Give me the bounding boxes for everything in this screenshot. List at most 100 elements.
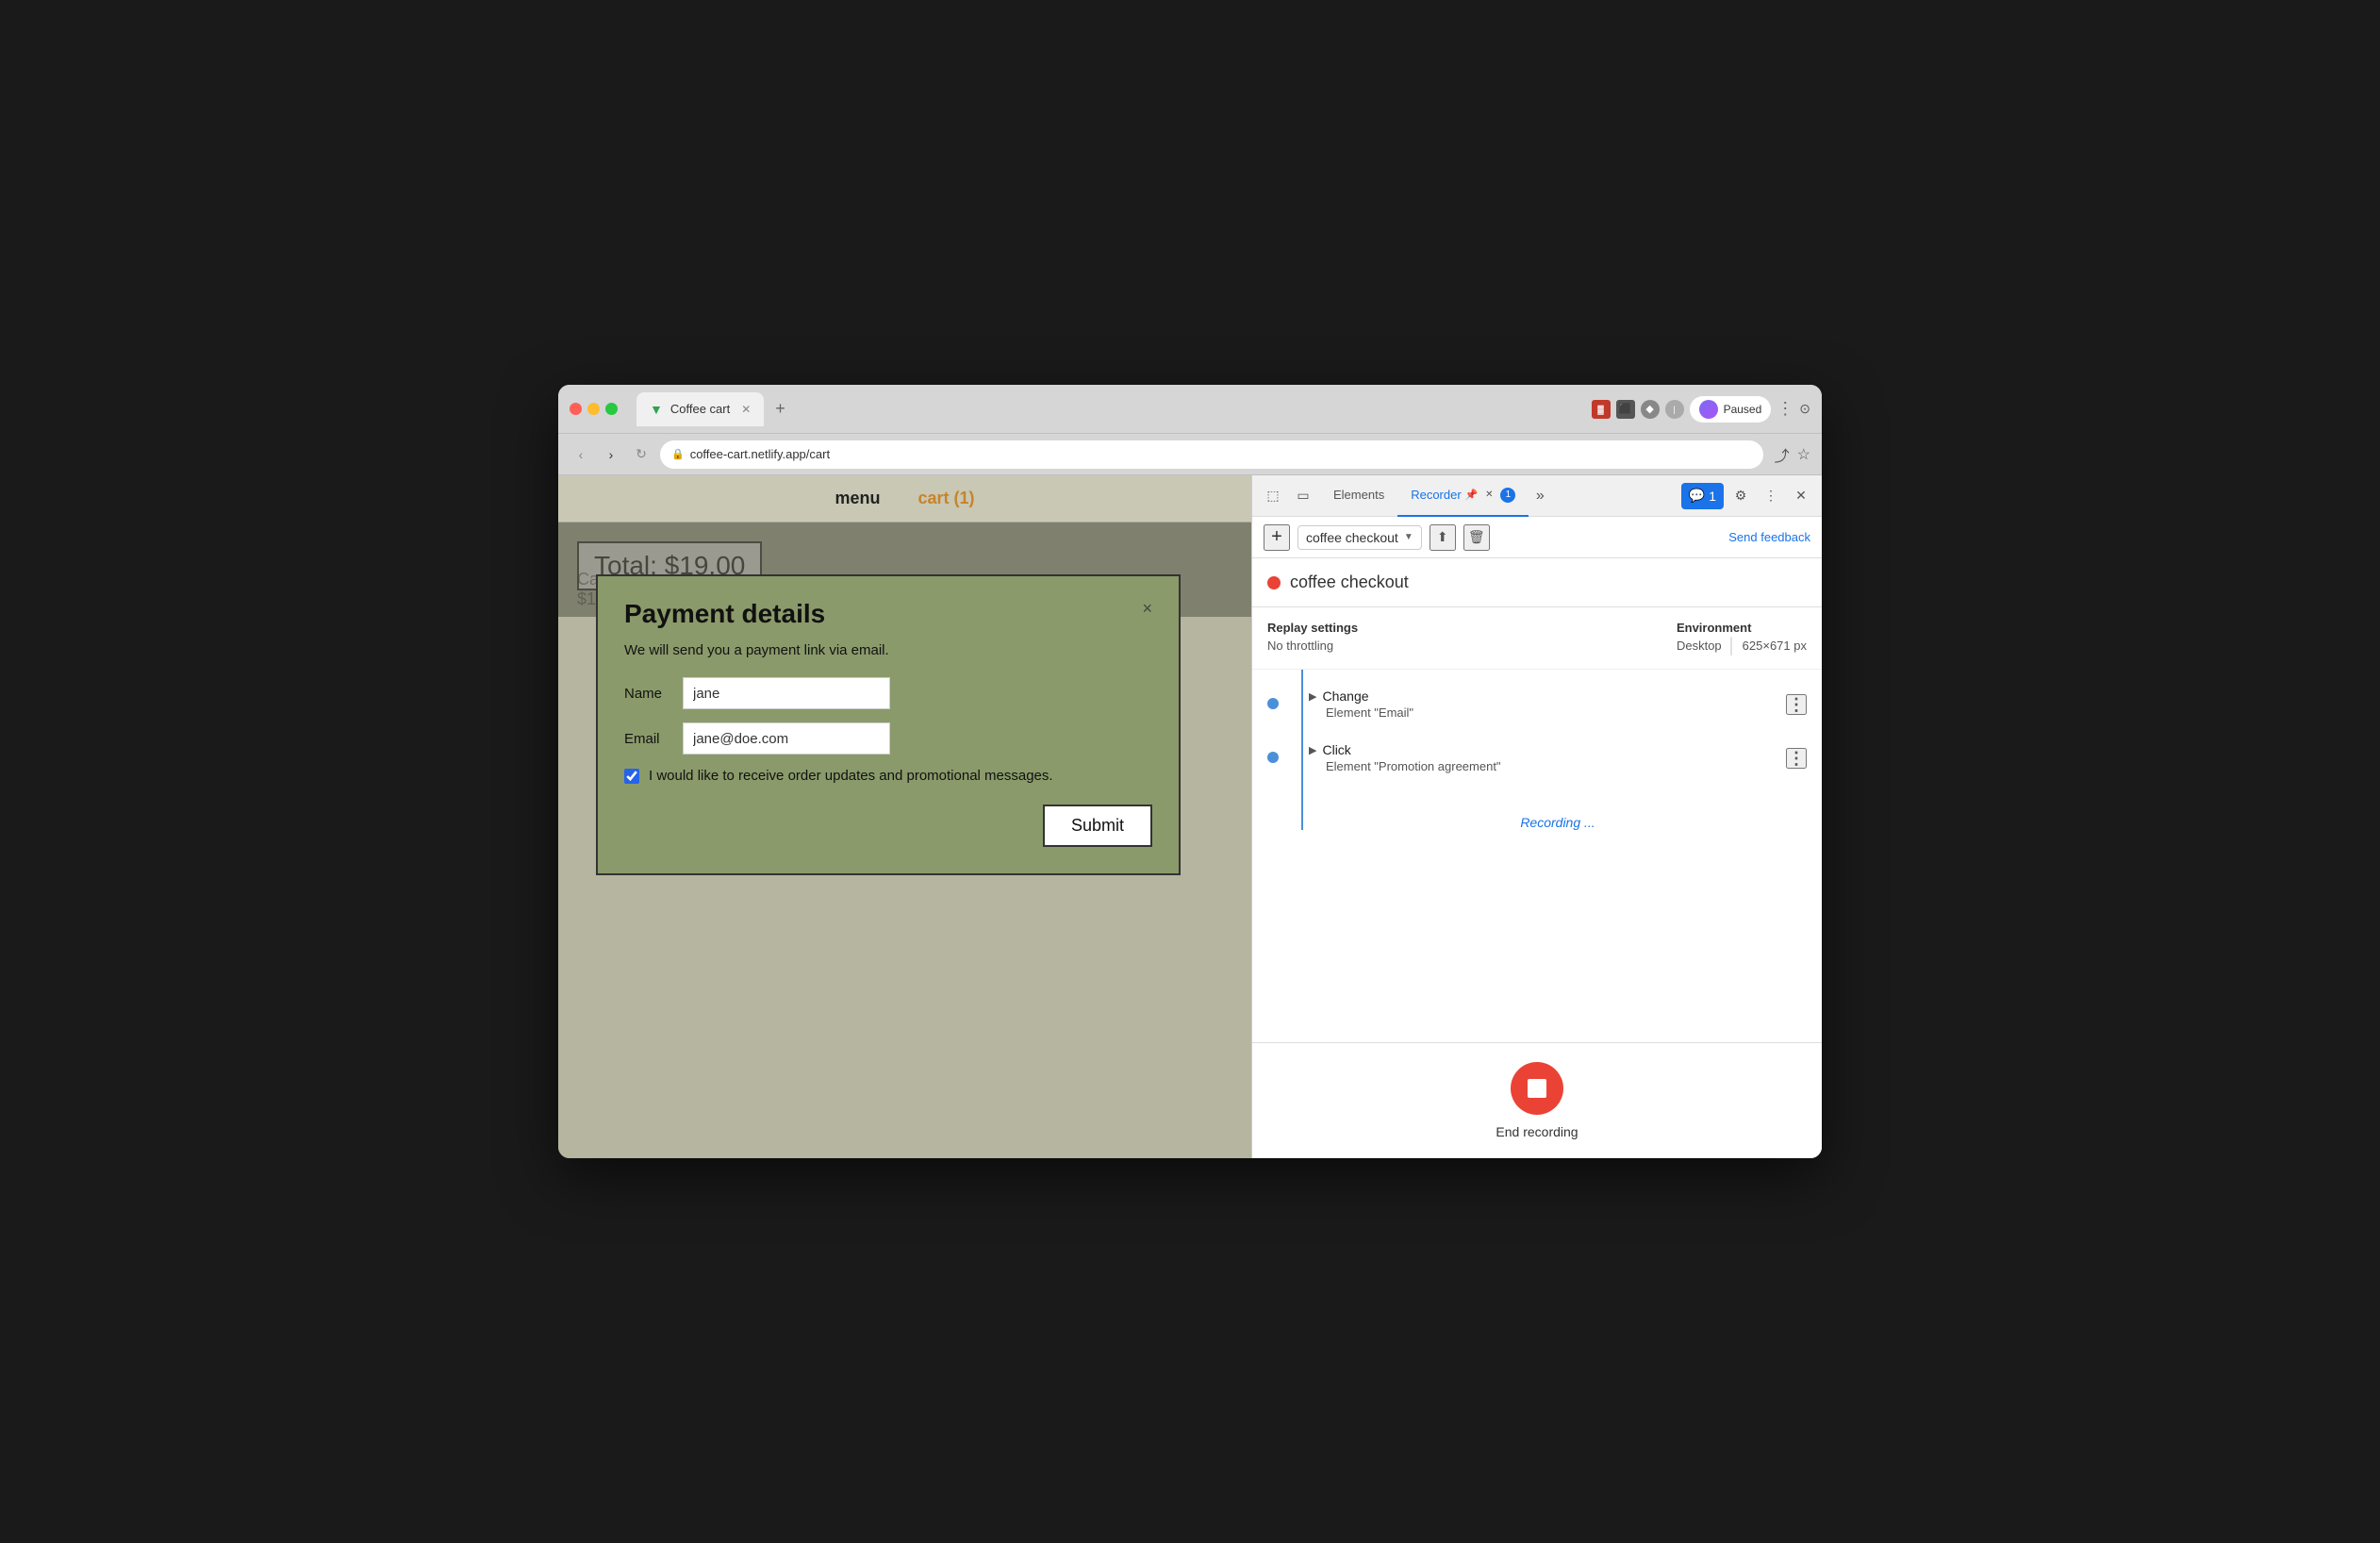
stop-icon — [1528, 1079, 1546, 1098]
recording-name-row: coffee checkout — [1252, 558, 1822, 607]
recording-indicator: Recording ... — [1309, 796, 1807, 849]
recorder-badge: 1 — [1500, 488, 1515, 503]
address-bar[interactable]: 🔒 coffee-cart.netlify.app/cart — [660, 440, 1763, 469]
submit-button-wrap: Submit — [624, 805, 1152, 847]
devtools-more-icon[interactable]: ⋮ — [1758, 483, 1784, 509]
modal-title: Payment details — [624, 599, 825, 629]
devtools-toolbar: ⬚ ▭ Elements Recorder 📌 ✕ 1 » — [1252, 475, 1822, 517]
tab-title: Coffee cart — [670, 402, 730, 416]
devtools-close-icon[interactable]: ✕ — [1788, 483, 1814, 509]
tab-favicon: ▼ — [650, 402, 663, 417]
element-picker-icon[interactable]: ⬚ — [1260, 483, 1286, 509]
event2-sub: Element "Promotion agreement" — [1309, 759, 1501, 773]
tab-elements[interactable]: Elements — [1320, 475, 1397, 517]
device-toggle-icon[interactable]: ▭ — [1290, 483, 1316, 509]
site-nav: menu cart (1) — [558, 475, 1251, 523]
timeline-line-wrap: ▶ Change Element "Email" ⋮ — [1252, 670, 1822, 868]
timeline-vertical-line — [1301, 670, 1303, 830]
event2-more-button[interactable]: ⋮ — [1786, 748, 1807, 769]
email-label: Email — [624, 731, 671, 747]
address-bar-row: ‹ › ↻ 🔒 coffee-cart.netlify.app/cart ⤴ ☆ — [558, 434, 1822, 475]
main-area: menu cart (1) Total: $19.00 Ca...$1... P… — [558, 475, 1822, 1158]
active-tab[interactable]: ▼ Coffee cart ✕ — [636, 392, 764, 426]
back-button[interactable]: ‹ — [570, 443, 592, 466]
environment-values: Desktop │ 625×671 px — [1677, 639, 1807, 655]
timeline-event-click: ▶ Click Element "Promotion agreement" ⋮ — [1309, 742, 1807, 773]
modal-subtitle: We will send you a payment link via emai… — [624, 642, 1152, 658]
replay-settings-label: Replay settings — [1267, 621, 1358, 635]
checkbox-row: I would like to receive order updates an… — [624, 768, 1152, 784]
end-recording-label: End recording — [1496, 1124, 1578, 1139]
maximize-traffic-light[interactable] — [605, 403, 618, 415]
tab-recorder[interactable]: Recorder 📌 ✕ 1 — [1397, 475, 1529, 517]
tab-close-icon[interactable]: ✕ — [741, 403, 751, 416]
replay-settings: Replay settings No throttling Environmen… — [1252, 607, 1822, 670]
checkbox-label: I would like to receive order updates an… — [649, 768, 1053, 784]
selector-chevron-icon: ▼ — [1404, 532, 1413, 542]
send-feedback-link[interactable]: Send feedback — [1728, 530, 1810, 544]
email-form-row: Email — [624, 722, 1152, 755]
devtools-settings-icon[interactable]: ⚙ — [1727, 483, 1754, 509]
toolbar-icons: ⤴ ☆ — [1775, 443, 1810, 466]
delete-button[interactable]: 🗑 — [1463, 524, 1490, 551]
email-input[interactable] — [683, 722, 890, 755]
url-text: coffee-cart.netlify.app/cart — [690, 447, 830, 461]
event2-main: ▶ Click Element "Promotion agreement" — [1309, 742, 1501, 773]
lock-icon: 🔒 — [671, 448, 685, 460]
recording-selector[interactable]: coffee checkout ▼ — [1297, 525, 1422, 550]
recorder-tab-close-icon[interactable]: ✕ — [1481, 488, 1496, 503]
add-recording-button[interactable]: + — [1264, 524, 1290, 551]
site-content: Total: $19.00 Ca...$1... Payment details… — [558, 523, 1251, 617]
title-bar: ▼ Coffee cart ✕ + ▓ ⬛ ◆ | Paused ⋮ ⊙ — [558, 385, 1822, 434]
minimize-traffic-light[interactable] — [587, 403, 600, 415]
environment-label: Environment — [1677, 621, 1807, 635]
reload-button[interactable]: ↻ — [630, 443, 653, 466]
replay-throttle-value: No throttling — [1267, 639, 1358, 653]
more-options-icon[interactable]: ⋮ — [1777, 399, 1793, 419]
new-tab-button[interactable]: + — [768, 395, 793, 423]
browser-window: ▼ Coffee cart ✕ + ▓ ⬛ ◆ | Paused ⋮ ⊙ ‹ ›… — [558, 385, 1822, 1158]
timeline-area: ▶ Change Element "Email" ⋮ — [1252, 670, 1822, 1042]
event1-more-button[interactable]: ⋮ — [1786, 694, 1807, 715]
website-pane: menu cart (1) Total: $19.00 Ca...$1... P… — [558, 475, 1251, 1158]
env-divider: │ — [1727, 639, 1737, 655]
extension-icon-1: ▓ — [1592, 400, 1611, 419]
end-recording-area: End recording — [1252, 1042, 1822, 1158]
event2-expand-icon[interactable]: ▶ — [1309, 744, 1316, 756]
star-icon[interactable]: ☆ — [1797, 445, 1810, 464]
event1-expand-icon[interactable]: ▶ — [1309, 690, 1316, 703]
nav-cart-link[interactable]: cart (1) — [917, 489, 974, 508]
event1-main: ▶ Change Element "Email" — [1309, 689, 1413, 720]
user-avatar — [1699, 400, 1718, 419]
more-tabs-button[interactable]: » — [1529, 485, 1551, 507]
devtools-tabs: Elements Recorder 📌 ✕ 1 » — [1320, 475, 1551, 517]
replay-settings-left: Replay settings No throttling — [1267, 621, 1358, 655]
replay-settings-right: Environment Desktop │ 625×671 px — [1677, 621, 1807, 655]
event2-content: ▶ Click Element "Promotion agreement" ⋮ — [1309, 742, 1807, 773]
recorder-pin-icon: 📌 — [1465, 489, 1479, 501]
event1-dot — [1267, 698, 1279, 709]
globe-settings-icon[interactable]: ⊙ — [1799, 401, 1810, 417]
extension-icon-4: | — [1665, 400, 1684, 419]
upload-button[interactable]: ⬆ — [1430, 524, 1456, 551]
event2-header: ▶ Click — [1309, 742, 1501, 757]
payment-modal: Payment details × We will send you a pay… — [596, 574, 1181, 875]
environment-device: Desktop — [1677, 639, 1722, 653]
end-recording-button[interactable] — [1511, 1062, 1563, 1115]
submit-button[interactable]: Submit — [1043, 805, 1152, 847]
close-traffic-light[interactable] — [570, 403, 582, 415]
recording-name: coffee checkout — [1290, 572, 1409, 592]
extensions-area: ▓ ⬛ ◆ | Paused ⋮ ⊙ — [1592, 396, 1810, 423]
share-icon[interactable]: ⤴ — [1775, 443, 1790, 466]
paused-badge[interactable]: Paused — [1690, 396, 1772, 423]
extension-icon-2: ⬛ — [1616, 400, 1635, 419]
forward-button[interactable]: › — [600, 443, 622, 466]
event1-content: ▶ Change Element "Email" ⋮ — [1309, 689, 1807, 720]
modal-close-button[interactable]: × — [1142, 599, 1152, 619]
promotion-checkbox[interactable] — [624, 769, 639, 784]
event1-sub: Element "Email" — [1309, 705, 1413, 720]
devtools-chat-icon[interactable]: 💬 1 — [1681, 483, 1724, 509]
nav-menu-link[interactable]: menu — [835, 489, 880, 508]
timeline-event-change: ▶ Change Element "Email" ⋮ — [1309, 689, 1807, 720]
name-input[interactable] — [683, 677, 890, 709]
